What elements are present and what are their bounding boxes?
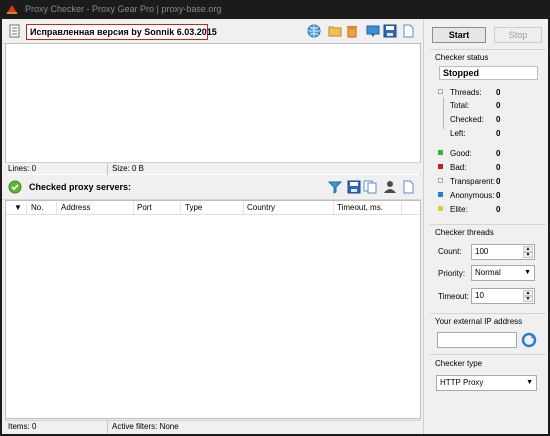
timeout-stepper[interactable]: 10 ▲ ▼ (471, 288, 535, 304)
upper-toolbar: Исправленная версия by Sonnik 6.03.2015 (2, 19, 421, 44)
lower-statusbar: Items: 0 Active filters: None (5, 420, 421, 433)
threads-value: 0 (496, 88, 501, 97)
import-icon[interactable] (366, 24, 380, 38)
checker-status-title: Checker status (435, 53, 489, 62)
refresh-icon[interactable] (521, 332, 537, 348)
good-value: 0 (496, 149, 501, 158)
chevron-down-icon: ▼ (526, 379, 533, 386)
main-window: Исправленная версия by Sonnik 6.03.2015 (2, 19, 548, 434)
trash-icon[interactable] (345, 24, 359, 38)
size-count: Size: 0 B (112, 164, 145, 173)
status-display: Stopped (439, 66, 538, 80)
chevron-down-icon: ▼ (524, 269, 531, 276)
user-icon[interactable] (383, 180, 397, 194)
app-icon (6, 4, 18, 15)
table-header: ▼ No. Address Port Type Country Timeout,… (6, 201, 420, 215)
upper-statusbar: Lines: 0 Size: 0 B (5, 162, 421, 175)
column-country[interactable]: Country (247, 203, 275, 212)
side-panel: Start Stop Checker status Stopped Thread… (423, 19, 548, 434)
version-label: Исправленная версия by Sonnik 6.03.2015 (26, 24, 217, 40)
anonymous-value: 0 (496, 191, 501, 200)
checker-type-title: Checker type (435, 359, 483, 368)
column-type[interactable]: Type (185, 203, 202, 212)
active-filters: Active filters: None (112, 422, 179, 431)
external-ip-field[interactable] (437, 332, 517, 348)
column-no[interactable]: No. (31, 203, 43, 212)
timeout-label: Timeout: (438, 292, 469, 301)
start-button[interactable]: Start (432, 27, 486, 43)
save-results-icon[interactable] (347, 180, 361, 194)
copy-icon[interactable] (363, 180, 377, 194)
priority-select[interactable]: Normal ▼ (471, 265, 535, 281)
checker-type-select[interactable]: HTTP Proxy ▼ (436, 375, 537, 391)
checker-threads-title: Checker threads (435, 228, 494, 237)
column-timeout[interactable]: Timeout, ms. (337, 203, 383, 212)
checked-servers-title: Checked proxy servers: (29, 182, 132, 192)
globe-icon[interactable] (307, 24, 321, 38)
transparent-value: 0 (496, 177, 501, 186)
checked-value: 0 (496, 115, 501, 124)
items-count: Items: 0 (8, 422, 37, 431)
count-label: Count: (438, 247, 462, 256)
sort-arrow-icon[interactable]: ▼ (14, 203, 22, 212)
column-port[interactable]: Port (137, 203, 152, 212)
priority-label: Priority: (438, 269, 466, 278)
total-value: 0 (496, 101, 501, 110)
bad-value: 0 (496, 163, 501, 172)
lower-toolbar: Checked proxy servers: (2, 175, 421, 200)
stop-button[interactable]: Stop (494, 27, 542, 43)
lines-count: Lines: 0 (8, 164, 37, 173)
column-address[interactable]: Address (61, 203, 90, 212)
window-title: Proxy Checker - Proxy Gear Pro | proxy-b… (25, 4, 222, 14)
new-results-icon[interactable] (401, 180, 415, 194)
count-stepper[interactable]: 100 ▲ ▼ (471, 244, 535, 260)
timeout-spin-buttons[interactable]: ▲ ▼ (523, 290, 533, 302)
left-value: 0 (496, 129, 501, 138)
count-spin-buttons[interactable]: ▲ ▼ (523, 246, 533, 258)
open-folder-icon[interactable] (328, 24, 342, 38)
external-ip-title: Your external IP address (435, 317, 523, 326)
left-column: Исправленная версия by Sonnik 6.03.2015 (2, 19, 421, 434)
new-document-icon[interactable] (401, 24, 415, 38)
filter-icon[interactable] (328, 180, 342, 194)
add-list-icon[interactable] (8, 24, 22, 38)
save-icon[interactable] (383, 24, 397, 38)
check-icon (8, 180, 22, 194)
results-table[interactable]: ▼ No. Address Port Type Country Timeout,… (5, 200, 421, 419)
elite-value: 0 (496, 205, 501, 214)
title-bar: Proxy Checker - Proxy Gear Pro | proxy-b… (0, 0, 550, 19)
